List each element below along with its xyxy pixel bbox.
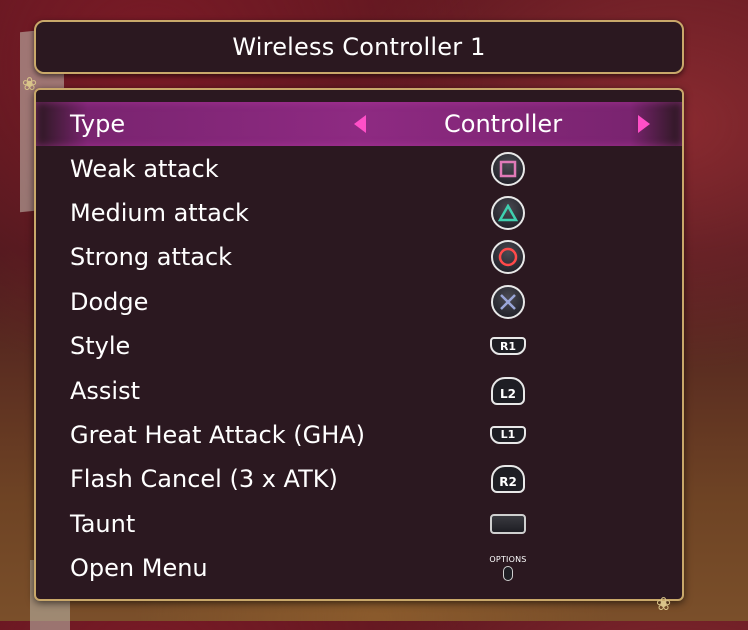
- binding-row-open-menu[interactable]: Open Menu OPTIONS: [36, 546, 682, 590]
- circle-button-icon: [488, 237, 528, 277]
- r2-button-icon: R2: [488, 459, 528, 499]
- triangle-button-icon: [488, 193, 528, 233]
- arrow-right-icon[interactable]: [638, 115, 650, 133]
- type-row[interactable]: Type Controller: [36, 102, 682, 147]
- type-value: Controller: [444, 110, 563, 139]
- controls-panel: Type Controller Weak attack Medium attac…: [34, 88, 684, 601]
- options-glyph: OPTIONS: [489, 555, 527, 565]
- arrow-left-icon[interactable]: [354, 115, 366, 133]
- binding-row-weak-attack[interactable]: Weak attack: [36, 146, 682, 190]
- page-title: Wireless Controller 1: [232, 33, 486, 61]
- binding-label: Dodge: [70, 287, 149, 316]
- type-label: Type: [70, 110, 126, 139]
- options-button-icon: OPTIONS: [488, 548, 528, 588]
- binding-row-taunt[interactable]: Taunt: [36, 502, 682, 546]
- binding-label: Style: [70, 332, 131, 361]
- binding-label: Medium attack: [70, 198, 249, 227]
- binding-row-flash-cancel[interactable]: Flash Cancel (3 x ATK) R2: [36, 457, 682, 501]
- binding-label: Assist: [70, 376, 141, 405]
- binding-row-dodge[interactable]: Dodge: [36, 280, 682, 324]
- l1-glyph: L1: [490, 425, 526, 444]
- r2-glyph: R2: [491, 465, 525, 494]
- binding-label: Flash Cancel (3 x ATK): [70, 465, 338, 494]
- bindings-list: Type Controller Weak attack Medium attac…: [36, 102, 682, 590]
- binding-row-style[interactable]: Style R1: [36, 324, 682, 368]
- binding-row-strong-attack[interactable]: Strong attack: [36, 235, 682, 279]
- r1-glyph: R1: [490, 337, 526, 356]
- controller-title-bar: Wireless Controller 1: [34, 20, 684, 74]
- l2-button-icon: L2: [488, 371, 528, 411]
- binding-row-medium-attack[interactable]: Medium attack: [36, 191, 682, 235]
- binding-label: Strong attack: [70, 243, 233, 272]
- binding-label: Taunt: [70, 509, 136, 538]
- r1-button-icon: R1: [488, 326, 528, 366]
- binding-row-gha[interactable]: Great Heat Attack (GHA) L1: [36, 413, 682, 457]
- l2-glyph: L2: [491, 376, 525, 405]
- binding-label: Open Menu: [70, 554, 208, 583]
- cross-button-icon: [488, 282, 528, 322]
- binding-label: Weak attack: [70, 154, 219, 183]
- l1-button-icon: L1: [488, 415, 528, 455]
- touchpad-button-icon: [488, 504, 528, 544]
- square-button-icon: [488, 149, 528, 189]
- corner-ornament-icon: ❀: [656, 594, 672, 615]
- binding-label: Great Heat Attack (GHA): [70, 420, 366, 449]
- binding-row-assist[interactable]: Assist L2: [36, 368, 682, 412]
